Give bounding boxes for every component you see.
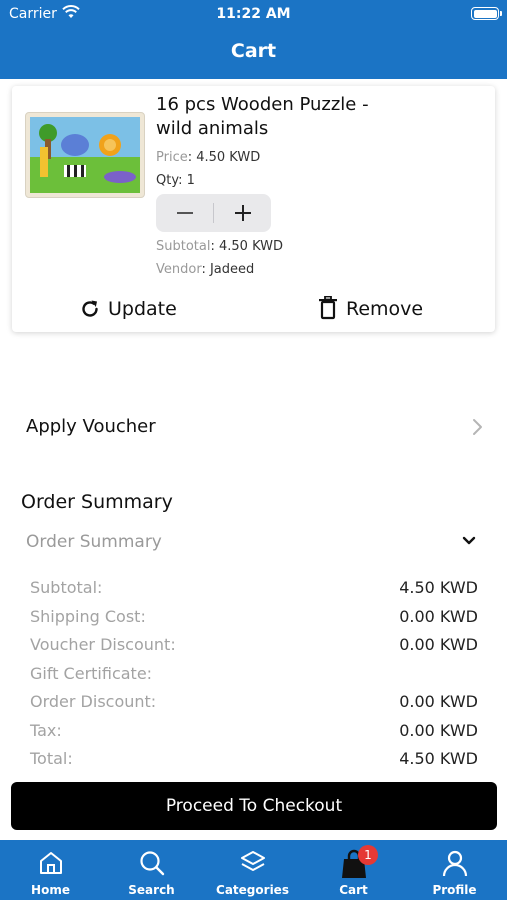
user-icon — [442, 850, 468, 877]
battery-icon — [471, 7, 502, 20]
summary-row-subtotal: Subtotal: 4.50 KWD — [30, 578, 478, 600]
top-bar: Carrier 11:22 AM Cart — [0, 0, 507, 79]
bottom-tab-bar: Home Search Categories 1 Cart Profile — [0, 840, 507, 900]
summary-label: Order Discount: — [30, 692, 157, 711]
vendor-label: Vendor — [156, 262, 202, 277]
summary-value: 4.50 KWD — [399, 578, 478, 597]
plus-icon — [234, 205, 251, 221]
chevron-down-icon — [462, 536, 476, 545]
order-summary-heading: Order Summary — [21, 491, 173, 513]
subtotal-row: Subtotal: 4.50 KWD — [156, 239, 283, 254]
tab-label: Search — [128, 883, 175, 897]
apply-voucher-label: Apply Voucher — [26, 416, 156, 437]
update-label: Update — [108, 298, 177, 320]
update-button[interactable]: Update — [79, 294, 219, 324]
product-image[interactable] — [25, 112, 145, 198]
qty-row: Qty: 1 — [156, 173, 195, 188]
tab-label: Categories — [216, 883, 289, 897]
summary-label: Subtotal: — [30, 578, 103, 597]
summary-label: Shipping Cost: — [30, 607, 146, 626]
summary-row-shipping: Shipping Cost: 0.00 KWD — [30, 607, 478, 629]
summary-label: Total: — [30, 749, 73, 768]
cart-count-badge: 1 — [358, 845, 378, 865]
product-name-line2: wild animals — [156, 118, 269, 139]
tab-label: Profile — [432, 883, 477, 897]
order-summary-toggle-label: Order Summary — [26, 532, 162, 552]
summary-label: Gift Certificate: — [30, 664, 153, 683]
increase-quantity-button[interactable] — [214, 194, 271, 232]
price-row: Price: 4.50 KWD — [156, 150, 260, 165]
proceed-to-checkout-button[interactable]: Proceed To Checkout — [11, 782, 497, 830]
price-value: : 4.50 KWD — [187, 150, 261, 165]
tab-label: Home — [31, 883, 70, 897]
status-time: 11:22 AM — [216, 6, 291, 22]
summary-row-tax: Tax: 0.00 KWD — [30, 721, 478, 743]
tab-profile[interactable]: Profile — [404, 840, 505, 900]
minus-icon — [176, 212, 193, 214]
summary-value: 0.00 KWD — [399, 721, 478, 740]
refresh-icon — [82, 300, 98, 317]
product-name-line1: 16 pcs Wooden Puzzle - — [156, 94, 369, 115]
vendor-value: : Jadeed — [201, 262, 255, 277]
search-icon — [140, 851, 165, 876]
home-icon — [40, 852, 62, 874]
subtotal-label: Subtotal — [156, 239, 211, 254]
subtotal-value: : 4.50 KWD — [210, 239, 283, 254]
tab-categories[interactable]: Categories — [202, 840, 303, 900]
summary-label: Voucher Discount: — [30, 635, 176, 654]
summary-row-voucher-discount: Voucher Discount: 0.00 KWD — [30, 635, 478, 657]
summary-value: 0.00 KWD — [399, 635, 478, 654]
summary-label: Tax: — [30, 721, 62, 740]
summary-value: 0.00 KWD — [399, 607, 478, 626]
summary-row-total: Total: 4.50 KWD — [30, 749, 478, 771]
tab-cart[interactable]: 1 Cart — [303, 840, 404, 900]
page-title: Cart — [230, 40, 277, 62]
price-label: Price — [156, 150, 188, 165]
tab-label: Cart — [339, 883, 368, 897]
remove-label: Remove — [346, 298, 424, 320]
trash-icon — [319, 296, 337, 320]
apply-voucher-row[interactable]: Apply Voucher — [0, 408, 507, 448]
tab-search[interactable]: Search — [101, 840, 202, 900]
summary-row-gift-certificate: Gift Certificate: — [30, 664, 478, 686]
tab-home[interactable]: Home — [0, 840, 101, 900]
summary-value: 0.00 KWD — [399, 692, 478, 711]
qty-label: Qty: 1 — [156, 173, 195, 188]
remove-button[interactable]: Remove — [317, 294, 467, 324]
quantity-stepper[interactable] — [156, 194, 271, 232]
summary-row-order-discount: Order Discount: 0.00 KWD — [30, 692, 478, 714]
order-summary-toggle[interactable]: Order Summary — [0, 530, 507, 556]
summary-value: 4.50 KWD — [399, 749, 478, 768]
chevron-right-icon — [473, 419, 482, 435]
product-name[interactable]: 16 pcs Wooden Puzzle - wild animals — [156, 93, 456, 141]
status-bar: Carrier 11:22 AM — [0, 0, 507, 28]
vendor-row: Vendor: Jadeed — [156, 262, 254, 277]
cart-item-card: 16 pcs Wooden Puzzle - wild animals Pric… — [12, 86, 495, 332]
layers-icon — [241, 851, 265, 871]
decrease-quantity-button[interactable] — [156, 194, 213, 232]
